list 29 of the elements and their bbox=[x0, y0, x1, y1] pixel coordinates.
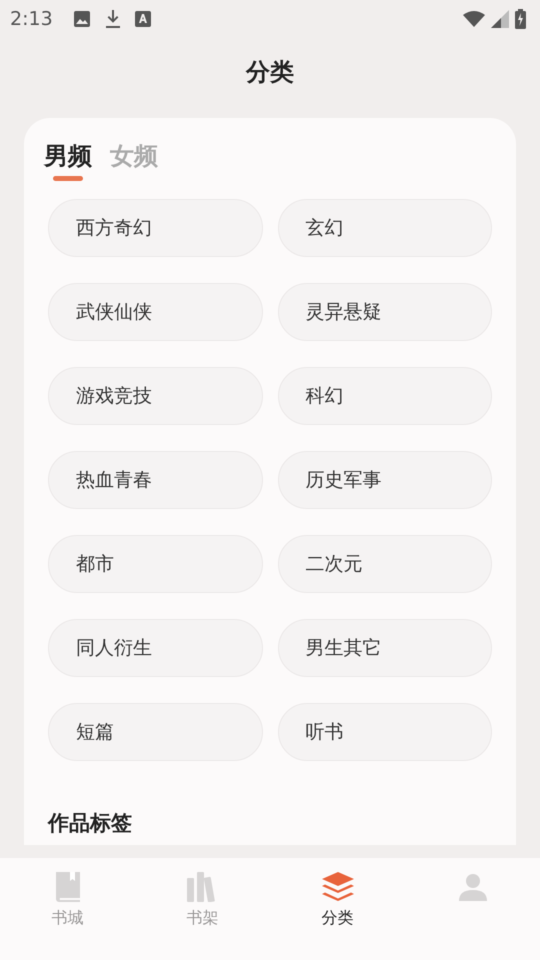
gender-tab[interactable]: 男频 bbox=[44, 140, 92, 191]
download-icon bbox=[104, 10, 121, 28]
status-time: 2:13 bbox=[10, 8, 53, 30]
image-icon bbox=[72, 10, 91, 28]
battery-icon bbox=[515, 9, 526, 29]
category-button[interactable]: 灵异悬疑 bbox=[278, 283, 492, 341]
category-button[interactable]: 都市 bbox=[48, 535, 262, 593]
category-button[interactable]: 热血青春 bbox=[48, 451, 262, 509]
category-button[interactable]: 听书 bbox=[278, 703, 492, 761]
category-button[interactable]: 游戏竞技 bbox=[48, 367, 262, 425]
signal-icon bbox=[491, 10, 509, 28]
layers-icon bbox=[322, 872, 354, 902]
person-icon bbox=[458, 873, 486, 901]
category-button[interactable]: 科幻 bbox=[278, 367, 492, 425]
book-icon bbox=[54, 872, 82, 902]
category-button[interactable]: 西方奇幻 bbox=[48, 199, 262, 257]
tab-underline bbox=[53, 176, 83, 181]
wifi-icon bbox=[463, 11, 485, 27]
category-button[interactable]: 短篇 bbox=[48, 703, 262, 761]
category-button[interactable]: 武侠仙侠 bbox=[48, 283, 262, 341]
category-button[interactable]: 玄幻 bbox=[278, 199, 492, 257]
nav-tab[interactable]: 分类 bbox=[270, 858, 405, 960]
category-button[interactable]: 同人衍生 bbox=[48, 619, 262, 677]
section-heading: 作品标签 bbox=[48, 810, 132, 837]
category-button[interactable]: 男生其它 bbox=[278, 619, 492, 677]
category-button[interactable]: 二次元 bbox=[278, 535, 492, 593]
font-icon bbox=[134, 11, 151, 27]
page-title: 分类 bbox=[246, 57, 294, 88]
category-button[interactable]: 历史军事 bbox=[278, 451, 492, 509]
